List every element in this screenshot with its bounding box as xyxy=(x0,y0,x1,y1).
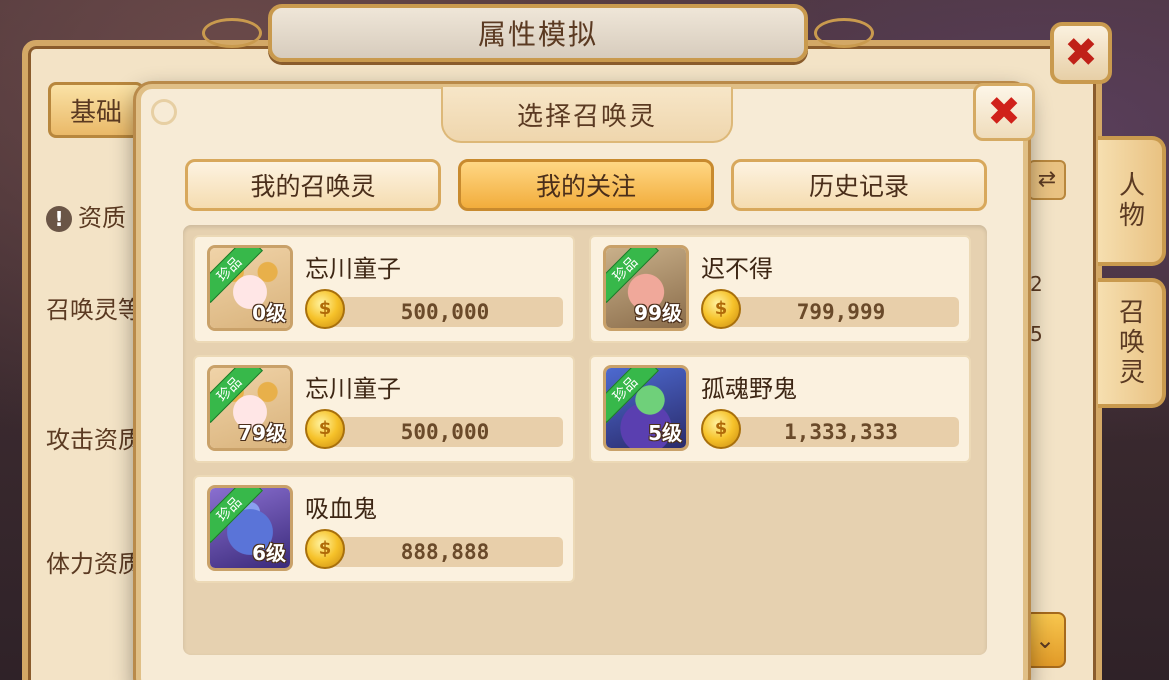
coin-icon: $ xyxy=(305,529,345,569)
summon-portrait: 珍品 99级 xyxy=(603,245,689,331)
close-icon: ✖ xyxy=(987,89,1021,135)
value-text: 2 xyxy=(1030,272,1043,296)
coin-icon: $ xyxy=(305,289,345,329)
outer-close-button[interactable]: ✖ xyxy=(1050,22,1112,84)
tab-history[interactable]: 历史记录 xyxy=(731,159,987,211)
close-icon: ✖ xyxy=(1064,30,1098,76)
swap-icon[interactable]: ⇄ xyxy=(1028,160,1066,200)
outer-title-plate: 属性模拟 xyxy=(202,4,874,62)
summon-card[interactable]: 珍品 79级 忘川童子 500,000 $ xyxy=(193,355,575,463)
summon-portrait: 珍品 5级 xyxy=(603,365,689,451)
summon-name: 迟不得 xyxy=(701,255,773,283)
tab-my-follows[interactable]: 我的关注 xyxy=(458,159,714,211)
summon-level: 5级 xyxy=(648,421,682,445)
summon-level: 0级 xyxy=(252,301,286,325)
summon-portrait: 珍品 79级 xyxy=(207,365,293,451)
summon-price: 1,333,333 xyxy=(723,417,959,447)
summon-level-label: 召唤灵等 xyxy=(46,296,142,324)
summon-level: 79级 xyxy=(238,421,286,445)
summon-card[interactable]: 珍品 0级 忘川童子 500,000 $ xyxy=(193,235,575,343)
attack-aptitude-label: 攻击资质 xyxy=(46,426,142,454)
summon-price: 888,888 xyxy=(327,537,563,567)
chevron-down-icon[interactable]: ⌄ xyxy=(1024,612,1066,668)
summon-list: 珍品 0级 忘川童子 500,000 $ 珍品 99级 迟不得 799,999 … xyxy=(183,225,987,655)
side-tab-summon[interactable]: 召唤灵 xyxy=(1098,278,1166,408)
corner-ornament xyxy=(151,99,177,125)
summon-card[interactable]: 珍品 5级 孤魂野鬼 1,333,333 $ xyxy=(589,355,971,463)
summon-name: 孤魂野鬼 xyxy=(701,375,797,403)
summon-portrait: 珍品 6级 xyxy=(207,485,293,571)
summon-level: 6级 xyxy=(252,541,286,565)
title-ornament-right xyxy=(814,18,874,48)
dialog-title-plate: 选择召唤灵 xyxy=(441,87,733,143)
stamina-aptitude-label: 体力资质 xyxy=(46,550,142,578)
tab-basic[interactable]: 基础 xyxy=(48,82,144,138)
value-text: 5 xyxy=(1030,322,1043,346)
summon-name: 忘川童子 xyxy=(305,375,401,403)
coin-icon: $ xyxy=(305,409,345,449)
aptitude-label: ! 资质 xyxy=(46,198,126,233)
warning-icon: ! xyxy=(46,206,72,232)
title-ornament-left xyxy=(202,18,262,48)
coin-icon: $ xyxy=(701,409,741,449)
summon-name: 忘川童子 xyxy=(305,255,401,283)
summon-portrait: 珍品 0级 xyxy=(207,245,293,331)
outer-title: 属性模拟 xyxy=(477,18,598,51)
summon-level: 99级 xyxy=(634,301,682,325)
dialog-tabs: 我的召唤灵 我的关注 历史记录 xyxy=(185,159,987,211)
dialog-title: 选择召唤灵 xyxy=(516,101,657,132)
summon-price: 799,999 xyxy=(723,297,959,327)
summon-card[interactable]: 珍品 99级 迟不得 799,999 $ xyxy=(589,235,971,343)
tab-my-summons[interactable]: 我的召唤灵 xyxy=(185,159,441,211)
summon-price: 500,000 xyxy=(327,297,563,327)
side-tab-character[interactable]: 人物 xyxy=(1098,136,1166,266)
summon-price: 500,000 xyxy=(327,417,563,447)
summon-card[interactable]: 珍品 6级 吸血鬼 888,888 $ xyxy=(193,475,575,583)
select-summon-dialog: 选择召唤灵 ✖ 我的召唤灵 我的关注 历史记录 珍品 0级 忘川童子 500,0… xyxy=(136,83,1035,680)
summon-name: 吸血鬼 xyxy=(305,495,377,523)
coin-icon: $ xyxy=(701,289,741,329)
dialog-close-button[interactable]: ✖ xyxy=(973,83,1035,141)
